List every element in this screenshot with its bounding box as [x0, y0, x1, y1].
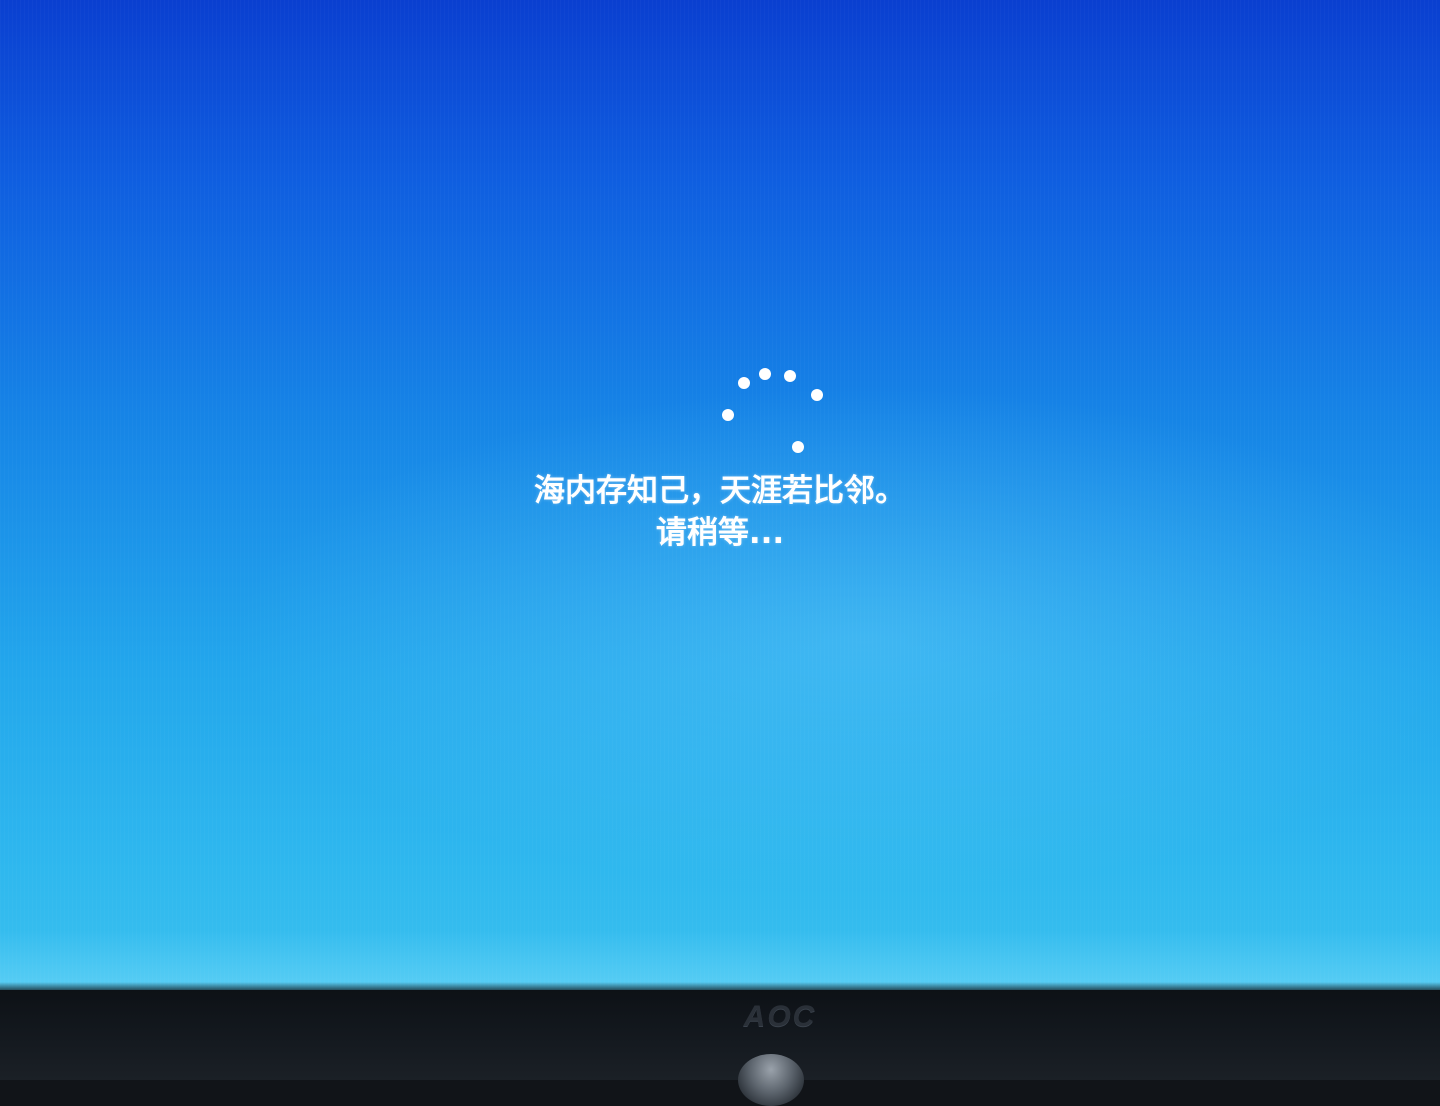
setup-message: 海内存知己，天涯若比邻。 请稍等...: [420, 470, 1020, 554]
setup-screen: 海内存知己，天涯若比邻。 请稍等...: [0, 0, 1440, 990]
spinner-dot: [792, 441, 804, 453]
spinner-dot: [738, 377, 750, 389]
spinner-dot: [722, 409, 734, 421]
spinner-dot: [811, 389, 823, 401]
power-button[interactable]: [738, 1054, 804, 1106]
monitor-brand-logo: AOC: [743, 1000, 817, 1033]
message-line-1: 海内存知己，天涯若比邻。: [534, 473, 906, 509]
spinner-dot: [784, 370, 796, 382]
message-line-2: 请稍等...: [655, 515, 785, 551]
monitor-bezel: [0, 990, 1440, 1080]
spinner-dot: [759, 368, 771, 380]
